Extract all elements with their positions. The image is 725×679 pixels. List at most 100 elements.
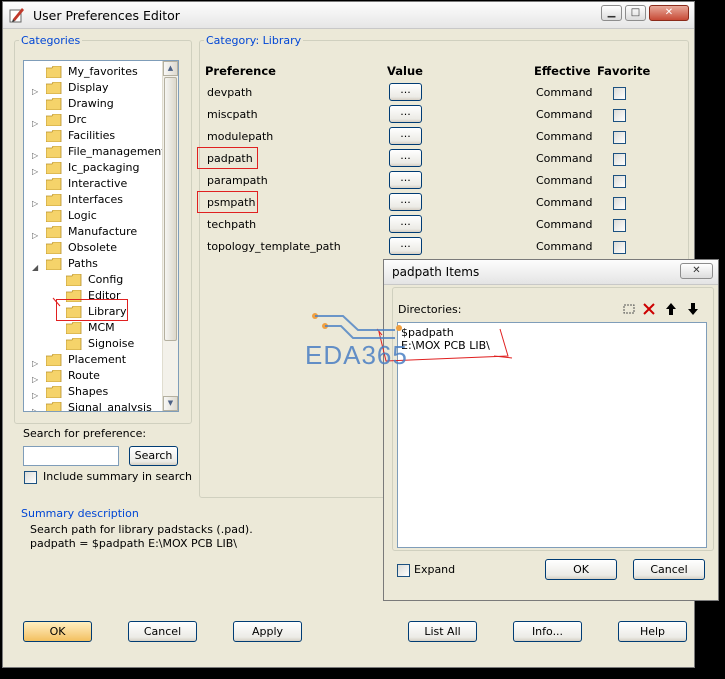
title-bar[interactable]: User Preferences Editor ▁ □ ✕ bbox=[3, 2, 694, 29]
list-all-button[interactable]: List All bbox=[408, 621, 477, 642]
pref-name-topology-template-path: topology_template_path bbox=[207, 240, 341, 253]
folder-icon bbox=[45, 257, 62, 271]
popup-close-button[interactable]: ✕ bbox=[680, 263, 713, 279]
search-button[interactable]: Search bbox=[129, 446, 178, 466]
tree-item-label: Display bbox=[68, 81, 109, 94]
pref-value-button[interactable]: ... bbox=[389, 237, 422, 255]
favorite-checkbox[interactable] bbox=[613, 197, 626, 210]
tree-item-facilities[interactable]: Facilities bbox=[28, 128, 164, 144]
pref-value-button[interactable]: ... bbox=[389, 215, 422, 233]
tree-item-placement[interactable]: ▷ Placement bbox=[28, 352, 164, 368]
pref-effective: Command bbox=[536, 86, 593, 99]
tree-item-label: Shapes bbox=[68, 385, 109, 398]
tree-item-interactive[interactable]: Interactive bbox=[28, 176, 164, 192]
favorite-checkbox[interactable] bbox=[613, 175, 626, 188]
expand-checkbox[interactable] bbox=[397, 564, 410, 577]
maximize-button[interactable]: □ bbox=[625, 5, 646, 21]
close-button[interactable]: ✕ bbox=[649, 5, 689, 21]
tree-item-label: Interactive bbox=[68, 177, 128, 190]
tree-item-mcm[interactable]: MCM bbox=[28, 320, 164, 336]
tree-item-signoise[interactable]: Signoise bbox=[28, 336, 164, 352]
delete-icon[interactable] bbox=[642, 302, 656, 316]
pref-name-parampath: parampath bbox=[207, 174, 268, 187]
popup-cancel-button[interactable]: Cancel bbox=[633, 559, 705, 580]
folder-icon bbox=[45, 145, 62, 159]
folder-icon bbox=[65, 273, 82, 287]
tree-item-drc[interactable]: ▷ Drc bbox=[28, 112, 164, 128]
tree-item-display[interactable]: ▷ Display bbox=[28, 80, 164, 96]
tree-item-label: Route bbox=[68, 369, 100, 382]
scroll-thumb[interactable] bbox=[164, 77, 177, 341]
move-up-icon[interactable] bbox=[664, 302, 678, 316]
favorite-checkbox[interactable] bbox=[613, 241, 626, 254]
tree-item-manufacture[interactable]: ▷ Manufacture bbox=[28, 224, 164, 240]
cancel-button[interactable]: Cancel bbox=[128, 621, 197, 642]
pref-value-button[interactable]: ... bbox=[389, 171, 422, 189]
tree-item-ic-packaging[interactable]: ▷ Ic_packaging bbox=[28, 160, 164, 176]
popup-title: padpath Items bbox=[392, 265, 480, 279]
tree-item-my-favorites[interactable]: My_favorites bbox=[28, 64, 164, 80]
include-summary-checkbox[interactable] bbox=[24, 471, 37, 484]
search-label: Search for preference: bbox=[23, 427, 147, 440]
pref-value-button[interactable]: ... bbox=[389, 193, 422, 211]
pref-value-button[interactable]: ... bbox=[389, 127, 422, 145]
pref-effective: Command bbox=[536, 130, 593, 143]
tree-item-signal-analysis[interactable]: ▷ Signal_analysis bbox=[28, 400, 164, 412]
minimize-button[interactable]: ▁ bbox=[601, 5, 622, 21]
info-button[interactable]: Info... bbox=[513, 621, 582, 642]
include-summary-label: Include summary in search bbox=[43, 470, 193, 483]
ok-button[interactable]: OK bbox=[23, 621, 92, 642]
tree-item-label: File_management bbox=[68, 145, 166, 158]
folder-icon bbox=[45, 369, 62, 383]
popup-ok-button[interactable]: OK bbox=[545, 559, 617, 580]
favorite-checkbox[interactable] bbox=[613, 131, 626, 144]
new-item-icon[interactable] bbox=[622, 302, 636, 316]
tree-scrollbar[interactable]: ▲ ▼ bbox=[162, 61, 178, 411]
favorite-checkbox[interactable] bbox=[613, 87, 626, 100]
folder-icon bbox=[45, 401, 62, 411]
categories-tree[interactable]: My_favorites ▷ Display Drawing ▷ Drc Facilitie… bbox=[23, 60, 179, 412]
scroll-up-button[interactable]: ▲ bbox=[163, 61, 178, 76]
pref-name-modulepath: modulepath bbox=[207, 130, 274, 143]
move-down-icon[interactable] bbox=[686, 302, 700, 316]
tree-item-label: Obsolete bbox=[68, 241, 118, 254]
expand-icon[interactable]: ▷ bbox=[32, 404, 38, 411]
favorite-checkbox[interactable] bbox=[613, 219, 626, 232]
apply-button[interactable]: Apply bbox=[233, 621, 302, 642]
eda365-watermark: EDA365 bbox=[303, 312, 423, 372]
tree-item-file-management[interactable]: ▷ File_management bbox=[28, 144, 166, 160]
search-input[interactable] bbox=[23, 446, 119, 466]
summary-legend: Summary description bbox=[21, 507, 139, 520]
summary-line-1: Search path for library padstacks (.pad)… bbox=[30, 523, 253, 536]
help-button[interactable]: Help bbox=[618, 621, 687, 642]
folder-icon bbox=[45, 209, 62, 223]
pref-value-button[interactable]: ... bbox=[389, 105, 422, 123]
folder-icon bbox=[45, 225, 62, 239]
favorite-checkbox[interactable] bbox=[613, 153, 626, 166]
tree-item-label: Facilities bbox=[68, 129, 116, 142]
tree-item-label: Manufacture bbox=[68, 225, 138, 238]
tree-item-route[interactable]: ▷ Route bbox=[28, 368, 164, 384]
popup-title-bar[interactable]: padpath Items ✕ bbox=[384, 260, 718, 285]
tree-item-obsolete[interactable]: Obsolete bbox=[28, 240, 164, 256]
pref-name-devpath: devpath bbox=[207, 86, 253, 99]
tree-item-logic[interactable]: Logic bbox=[28, 208, 164, 224]
folder-icon bbox=[45, 161, 62, 175]
folder-icon bbox=[45, 129, 62, 143]
tree-item-config[interactable]: Config bbox=[28, 272, 164, 288]
header-preference: Preference bbox=[205, 64, 276, 78]
tree-item-label: Signal_analysis bbox=[68, 401, 152, 412]
folder-icon bbox=[45, 65, 62, 79]
folder-icon bbox=[45, 353, 62, 367]
folder-icon bbox=[45, 81, 62, 95]
tree-item-shapes[interactable]: ▷ Shapes bbox=[28, 384, 164, 400]
directory-toolbar bbox=[618, 302, 704, 316]
scroll-down-button[interactable]: ▼ bbox=[163, 396, 178, 411]
tree-item-drawing[interactable]: Drawing bbox=[28, 96, 164, 112]
favorite-checkbox[interactable] bbox=[613, 109, 626, 122]
tree-item-paths[interactable]: ◢ Paths bbox=[28, 256, 164, 272]
pref-value-button[interactable]: ... bbox=[389, 83, 422, 101]
header-value: Value bbox=[387, 64, 423, 78]
tree-item-interfaces[interactable]: ▷ Interfaces bbox=[28, 192, 164, 208]
pref-value-button[interactable]: ... bbox=[389, 149, 422, 167]
